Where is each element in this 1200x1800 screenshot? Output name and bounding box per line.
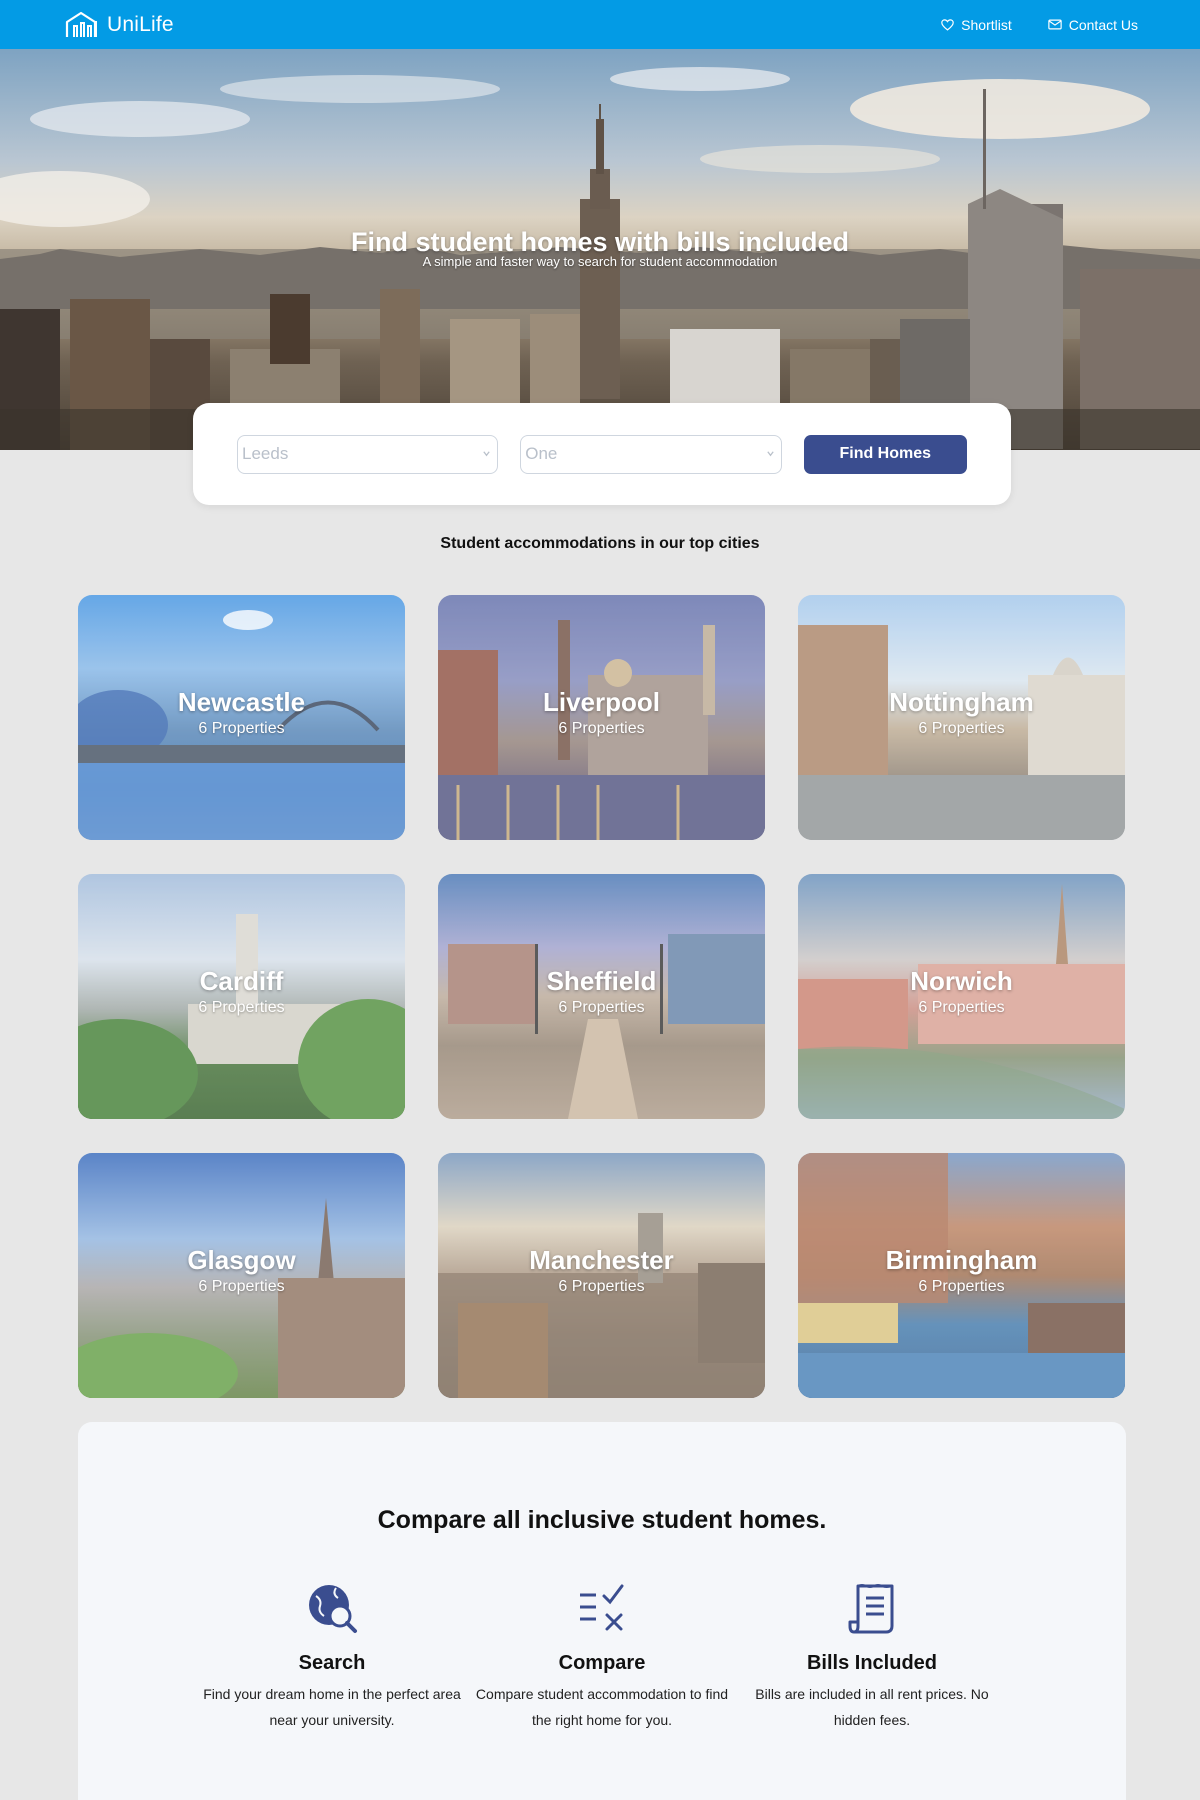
- feature-text: Bills are included in all rent prices. N…: [755, 1686, 989, 1728]
- city-name: Birmingham: [885, 1245, 1038, 1275]
- city-name: Liverpool: [542, 687, 660, 717]
- property-count: 6 Properties: [918, 999, 1005, 1016]
- city-card-liverpool[interactable]: Liverpool 6 Properties: [438, 595, 765, 840]
- mail-icon: [1048, 19, 1062, 30]
- bedrooms-select-value: One: [525, 444, 558, 463]
- city-card-glasgow[interactable]: Glasgow 6 Properties: [78, 1153, 405, 1398]
- compare-icon: [580, 1584, 624, 1631]
- property-count: 6 Properties: [198, 999, 285, 1016]
- city-card-birmingham[interactable]: Birmingham 6 Properties: [798, 1153, 1125, 1398]
- city-select-value: Leeds: [242, 444, 289, 463]
- city-name: Sheffield: [546, 966, 657, 996]
- city-card-cardiff[interactable]: Cardiff 6 Properties: [78, 874, 405, 1119]
- shortlist-link[interactable]: Shortlist: [941, 17, 1012, 33]
- compare-section: Compare all inclusive student homes. Sea…: [78, 1422, 1126, 1800]
- contact-us-link[interactable]: Contact Us: [1048, 17, 1138, 33]
- city-name: Cardiff: [199, 966, 284, 996]
- property-count: 6 Properties: [198, 720, 285, 737]
- city-name: Norwich: [910, 966, 1013, 996]
- property-count: 6 Properties: [918, 1278, 1005, 1295]
- heart-icon: [941, 18, 954, 31]
- property-count: 6 Properties: [558, 720, 645, 737]
- city-name: Glasgow: [187, 1245, 296, 1275]
- city-name: Newcastle: [177, 687, 306, 717]
- city-name: Manchester: [529, 1245, 674, 1275]
- hero-text: Find student homes with bills included A…: [0, 227, 1200, 269]
- contact-us-label: Contact Us: [1068, 16, 1138, 33]
- chevron-down-icon: [483, 450, 490, 456]
- property-count: 6 Properties: [558, 1278, 645, 1295]
- brand-logo[interactable]: UniLife: [65, 11, 174, 39]
- top-cities-heading: Student accommodations in our top cities: [440, 535, 760, 552]
- bedrooms-select[interactable]: One: [520, 434, 782, 474]
- city-select[interactable]: Leeds: [237, 434, 499, 474]
- city-card-newcastle[interactable]: Newcastle 6 Properties: [78, 595, 405, 840]
- city-card-sheffield[interactable]: Sheffield 6 Properties: [438, 874, 765, 1119]
- property-count: 6 Properties: [198, 1278, 285, 1295]
- city-card-nottingham[interactable]: Nottingham 6 Properties: [798, 595, 1125, 840]
- city-card-manchester[interactable]: Manchester 6 Properties: [438, 1153, 765, 1398]
- brand-name: UniLife: [107, 12, 174, 36]
- header-nav: Shortlist Contact Us: [941, 17, 1138, 33]
- city-name: Nottingham: [889, 687, 1034, 717]
- hero-subtitle: A simple and faster way to search for st…: [422, 254, 778, 269]
- top-navbar: UniLife Shortlist Contact Us: [0, 0, 1200, 49]
- globe-search-icon: [309, 1585, 357, 1633]
- hero-banner: Find student homes with bills included A…: [0, 49, 1200, 450]
- compare-heading: Compare all inclusive student homes.: [377, 1506, 827, 1534]
- feature-bills-included: Bills Included Bills are included in all…: [702, 1582, 1042, 1733]
- feature-title: Bills Included: [806, 1652, 938, 1674]
- house-logo-icon: [65, 11, 97, 37]
- chevron-down-icon: [766, 450, 774, 456]
- document-icon: [848, 1584, 894, 1634]
- shortlist-label: Shortlist: [961, 16, 1012, 33]
- find-homes-button[interactable]: Find Homes: [803, 434, 968, 474]
- property-count: 6 Properties: [918, 720, 1005, 737]
- city-card-norwich[interactable]: Norwich 6 Properties: [798, 874, 1125, 1119]
- search-card: Leeds One Find Homes: [193, 403, 1011, 505]
- property-count: 6 Properties: [558, 999, 645, 1016]
